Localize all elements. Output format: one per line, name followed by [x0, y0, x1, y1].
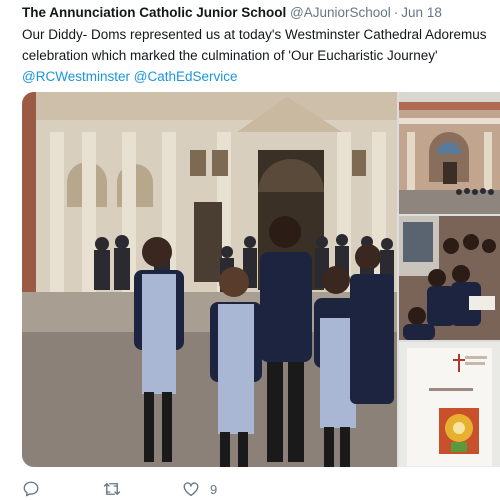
media-grid: [22, 92, 500, 467]
tweet-text: Our Diddy- Doms represented us at today'…: [22, 24, 500, 87]
reply-button[interactable]: [22, 478, 40, 500]
tweet: The Annunciation Catholic Junior School …: [0, 0, 500, 500]
tweet-date[interactable]: Jun 18: [401, 5, 442, 20]
separator-dot: ·: [393, 5, 399, 20]
tweet-mentions: @RCWestminster @CathEdService: [22, 66, 500, 87]
photo-cathedral-facade[interactable]: [399, 92, 500, 214]
tweet-actions: 9: [22, 478, 500, 500]
photo-children-outside-cathedral[interactable]: [22, 92, 397, 467]
photo-cathedral-facade-graphic: [399, 92, 500, 214]
photo-booklet-graphic: [399, 342, 500, 467]
reply-icon: [23, 481, 39, 497]
author-name[interactable]: The Annunciation Catholic Junior School: [22, 5, 286, 20]
mention-rc-westminster[interactable]: @RCWestminster: [22, 69, 130, 84]
like-button[interactable]: 9: [182, 478, 217, 500]
tweet-text-line-1: Our Diddy- Doms represented us at today'…: [22, 27, 487, 42]
mention-cathed-service[interactable]: @CathEdService: [134, 69, 238, 84]
photo-children-outside-cathedral-graphic: [22, 92, 397, 467]
photo-eucharistic-journey-booklet[interactable]: [399, 342, 500, 467]
tweet-text-line-2: celebration which marked the culmination…: [22, 48, 438, 63]
tweet-header: The Annunciation Catholic Junior School …: [22, 4, 442, 22]
photo-children-seated[interactable]: [399, 216, 500, 340]
author-handle[interactable]: @AJuniorSchool: [290, 5, 391, 20]
like-count: 9: [210, 481, 218, 497]
photo-children-seated-graphic: [399, 216, 500, 340]
retweet-icon: [103, 483, 121, 495]
retweet-button[interactable]: [102, 478, 122, 500]
like-icon: [183, 482, 199, 497]
